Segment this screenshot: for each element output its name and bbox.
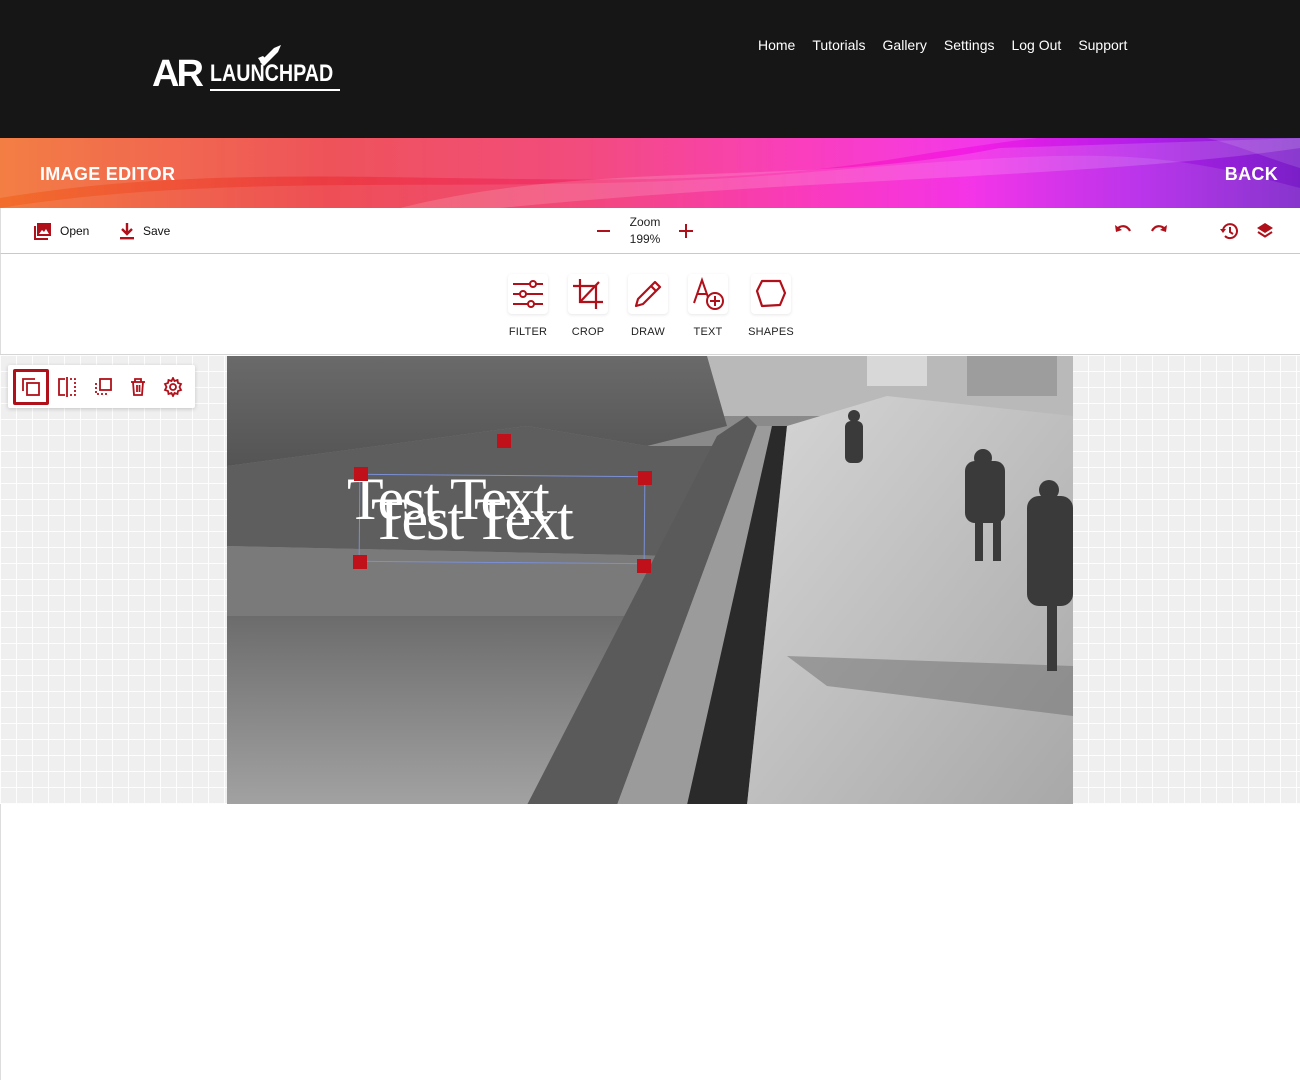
tool-shapes[interactable]: SHAPES [741, 274, 801, 338]
tool-text[interactable]: TEXT [678, 274, 738, 338]
object-toolbar [8, 365, 195, 408]
nav-home[interactable]: Home [758, 36, 795, 54]
editor-canvas-area [0, 354, 1300, 805]
download-icon [120, 223, 134, 240]
layers-icon[interactable] [1255, 221, 1275, 241]
arrange-button[interactable] [85, 369, 121, 405]
resize-handle-top-left[interactable] [354, 467, 368, 481]
text-object[interactable]: Test Text Test Text [347, 469, 646, 565]
tool-draw[interactable]: DRAW [618, 274, 678, 338]
zoom-value: 199% [629, 232, 661, 246]
ar-launchpad-logo[interactable]: AR LAUNCHPAD [152, 44, 342, 94]
tool-filter[interactable]: FILTER [498, 274, 558, 338]
tool-crop-label: CROP [571, 326, 605, 338]
object-settings-button[interactable] [155, 369, 191, 405]
tool-crop[interactable]: CROP [558, 274, 618, 338]
nav-gallery[interactable]: Gallery [883, 36, 927, 54]
photo-street-bridge [227, 356, 1073, 805]
nav-support[interactable]: Support [1078, 36, 1127, 54]
zoom-in-icon[interactable] [677, 222, 695, 240]
editor-toolbar: Open Save Zoom 199% [0, 208, 1300, 254]
tool-shapes-label: SHAPES [748, 326, 794, 338]
redo-icon[interactable] [1149, 221, 1169, 241]
nav-log-out[interactable]: Log Out [1011, 36, 1061, 54]
delete-button[interactable] [120, 369, 156, 405]
image-open-icon [34, 223, 51, 240]
duplicate-button[interactable] [13, 369, 49, 405]
banner-wave-decoration [0, 138, 1300, 208]
nav-settings[interactable]: Settings [944, 36, 995, 54]
rotate-handle[interactable] [497, 434, 511, 448]
text-object-content: Test Text [371, 486, 574, 552]
undo-icon[interactable] [1113, 221, 1133, 241]
top-navigation-bar: AR LAUNCHPAD Home Tutorials Gallery Sett… [0, 0, 1300, 138]
tool-filter-label: FILTER [508, 326, 548, 338]
pencil-icon [634, 280, 662, 308]
nav-tutorials[interactable]: Tutorials [812, 36, 865, 54]
tool-selector: FILTER CROP DRAW TEXT SHAPES [0, 254, 1300, 354]
flip-button[interactable] [49, 369, 85, 405]
save-button[interactable]: Save [119, 222, 170, 240]
arrange-icon [95, 378, 112, 395]
page-banner: IMAGE EDITOR BACK [0, 138, 1300, 208]
open-label: Open [60, 224, 90, 238]
zoom-out-icon[interactable] [595, 222, 613, 240]
history-icon[interactable] [1219, 221, 1239, 241]
main-nav: Home Tutorials Gallery Settings Log Out … [758, 36, 1127, 54]
zoom-indicator: Zoom 199% [621, 214, 669, 248]
trash-icon [131, 378, 145, 396]
back-button[interactable]: BACK [1225, 164, 1278, 185]
zoom-label: Zoom [629, 215, 661, 229]
logo-name-text: LAUNCHPAD [210, 60, 334, 87]
page-title: IMAGE EDITOR [40, 164, 176, 184]
open-button[interactable]: Open [34, 222, 89, 240]
resize-handle-top-right[interactable] [638, 471, 652, 485]
logo-ar-text: AR [152, 53, 204, 95]
page-footer-space [0, 804, 1300, 1080]
polygon-icon [755, 279, 787, 308]
settings-gear-icon [163, 377, 183, 397]
crop-icon [573, 279, 603, 309]
save-label: Save [143, 224, 171, 238]
tool-text-label: TEXT [693, 326, 723, 338]
text-add-icon [693, 277, 724, 310]
sliders-icon [513, 280, 543, 308]
canvas-image[interactable] [227, 356, 1073, 805]
tool-draw-label: DRAW [631, 326, 665, 338]
flip-icon [58, 377, 76, 397]
resize-handle-bottom-right[interactable] [637, 559, 651, 573]
resize-handle-bottom-left[interactable] [353, 555, 367, 569]
duplicate-icon [22, 378, 40, 396]
logo-underline [210, 89, 340, 91]
